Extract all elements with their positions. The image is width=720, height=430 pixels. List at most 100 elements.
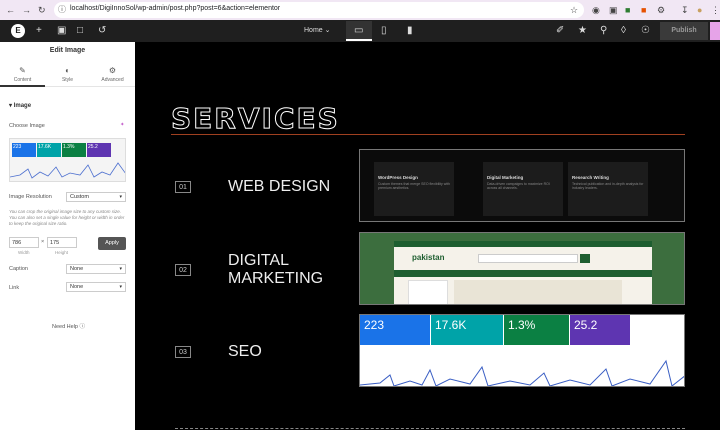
seo-image[interactable]: 223 17.6K 1.3% 25.2 [359, 314, 685, 387]
thumb-graph [10, 162, 125, 179]
tab-advanced[interactable]: ⚙ Advanced [90, 66, 135, 83]
tablet-icon[interactable]: ▯ [381, 25, 387, 37]
active-tab-indicator [0, 85, 45, 87]
chevron-down-icon: ▾ [119, 194, 122, 200]
service-title[interactable]: SEO [228, 343, 262, 361]
site-search-icon [580, 254, 590, 263]
layers-icon[interactable]: ◊ [621, 25, 626, 37]
desktop-device-button[interactable]: ▭ [346, 21, 372, 41]
mobile-icon[interactable]: ▮ [407, 25, 413, 37]
preview-eye-icon[interactable]: ☉ [641, 25, 650, 37]
need-help-link[interactable]: Need Help ⓘ [52, 322, 85, 330]
half-circle-icon: ◐ [65, 66, 70, 75]
service-title[interactable]: DIGITAL MARKETING [228, 252, 338, 288]
caret-down-icon: ▾ [9, 103, 13, 109]
search-icon[interactable]: ⚲ [600, 25, 607, 37]
extension-icon[interactable]: ■ [625, 4, 630, 16]
card-title: Research Writing [572, 175, 609, 180]
tab-content[interactable]: ✎ Content [0, 66, 45, 83]
web-design-image[interactable]: WordPress Design Custom themes that merge… [359, 149, 685, 222]
service-number: 01 [175, 181, 191, 193]
card-desc: Data-driven campaigns to maximize ROI ac… [487, 182, 550, 190]
forward-arrow-icon[interactable]: → [22, 4, 31, 16]
tab-style[interactable]: ◐ Style [45, 66, 90, 83]
apply-button[interactable]: Apply [98, 237, 126, 250]
seo-trend-graph [360, 359, 684, 386]
url-text: localhost/DigiInnoSol/wp-admin/post.php?… [70, 5, 281, 12]
resolution-label: Image Resolution [9, 194, 52, 200]
structure-icon[interactable]: ▣ [57, 25, 66, 37]
bookmark-star-icon[interactable]: ☆ [570, 4, 578, 16]
resolution-select[interactable]: Custom ▾ [66, 192, 126, 202]
elementor-logo-icon[interactable]: E [11, 24, 25, 38]
publish-button[interactable]: Publish [660, 22, 708, 40]
section-image-toggle[interactable]: ▾ Image [9, 102, 31, 109]
need-help-label: Need Help [52, 324, 78, 330]
caption-value: None [70, 266, 84, 272]
chevron-down-icon: ⌄ [324, 27, 331, 34]
browser-toolbar: ← → ↻ ⓘ localhost/DigiInnoSol/wp-admin/p… [0, 0, 720, 20]
extension-icon[interactable]: ■ [641, 4, 646, 16]
comments-icon[interactable]: □ [77, 25, 83, 37]
profile-avatar-icon[interactable]: ● [697, 4, 702, 16]
card-title: WordPress Design [378, 175, 418, 180]
address-bar[interactable]: ⓘ localhost/DigiInnoSol/wp-admin/post.ph… [54, 2, 584, 18]
page-selector-label: Home [304, 27, 323, 34]
caption-select[interactable]: None ▾ [66, 264, 126, 274]
extension-icon[interactable]: ▣ [609, 4, 618, 16]
dimension-x-icon: × [41, 239, 45, 245]
service-number: 03 [175, 346, 191, 358]
notifications-icon[interactable]: ★ [578, 25, 587, 37]
menu-dots-icon[interactable]: ⋮ [711, 4, 720, 16]
service-card: WordPress Design Custom themes that merge… [374, 162, 454, 216]
link-select[interactable]: None ▾ [66, 282, 126, 292]
pencil-icon: ✎ [19, 66, 26, 75]
page-selector[interactable]: Home ⌄ [304, 26, 331, 34]
site-banner [454, 280, 622, 304]
site-nav [394, 270, 652, 277]
extensions-puzzle-icon[interactable]: ⚙ [657, 4, 665, 16]
choose-image-label: Choose Image [9, 123, 45, 129]
image-preview[interactable]: 223 17.6K 1.3% 25.2 [9, 138, 126, 182]
publish-options-chevron-icon[interactable] [710, 22, 720, 40]
chevron-down-icon: ▾ [119, 284, 122, 290]
site-logo-text: pakistan [412, 253, 445, 262]
height-caption: Height [55, 250, 69, 255]
download-icon[interactable]: ↧ [681, 4, 689, 16]
caption-label: Caption [9, 266, 28, 272]
tab-style-label: Style [61, 77, 74, 83]
tab-content-label: Content [13, 77, 32, 83]
width-caption: Width [18, 250, 30, 255]
editor-topbar: E + ▣ □ ↺ Home ⌄ ▭ ▯ ▮ ✐ ★ ⚲ ◊ ☉ Publish [0, 20, 720, 42]
digital-marketing-image[interactable]: pakistan [359, 232, 685, 305]
desktop-icon: ▭ [354, 25, 364, 36]
extension-icon[interactable]: ◉ [592, 4, 600, 16]
brush-icon[interactable]: ✐ [556, 25, 564, 37]
gear-icon: ⚙ [108, 66, 117, 75]
site-info-icon[interactable]: ⓘ [58, 4, 66, 15]
width-input[interactable]: 786 [9, 237, 39, 248]
site-categories [408, 280, 448, 304]
service-title[interactable]: WEB DESIGN [228, 178, 330, 196]
link-value: None [70, 284, 84, 290]
section-divider [175, 428, 685, 429]
service-number: 02 [175, 264, 191, 276]
back-arrow-icon[interactable]: ← [6, 4, 15, 16]
add-element-icon[interactable]: + [36, 25, 42, 37]
reload-icon[interactable]: ↻ [38, 4, 46, 16]
height-input[interactable]: 175 [47, 237, 77, 248]
service-card: Digital Marketing Data-driven campaigns t… [483, 162, 563, 216]
preview-canvas: SERVICES 01 WEB DESIGN 02 DIGITAL MARKET… [135, 42, 720, 430]
card-title: Digital Marketing [487, 175, 524, 180]
tab-advanced-label: Advanced [101, 77, 124, 83]
panel-title: Edit Image [49, 47, 86, 54]
edit-panel: Edit Image ✎ Content ◐ Style ⚙ Advanced ▾ I… [0, 42, 135, 430]
card-desc: Technical publication and in-depth analy… [572, 182, 644, 190]
link-label: Link [9, 285, 20, 291]
history-icon[interactable]: ↺ [98, 25, 106, 37]
services-heading[interactable]: SERVICES [171, 102, 340, 136]
heading-underline [171, 134, 685, 135]
site-topbar [394, 241, 652, 247]
section-title: Image [13, 103, 32, 109]
ai-sparkle-icon[interactable]: ✦ [120, 122, 125, 128]
